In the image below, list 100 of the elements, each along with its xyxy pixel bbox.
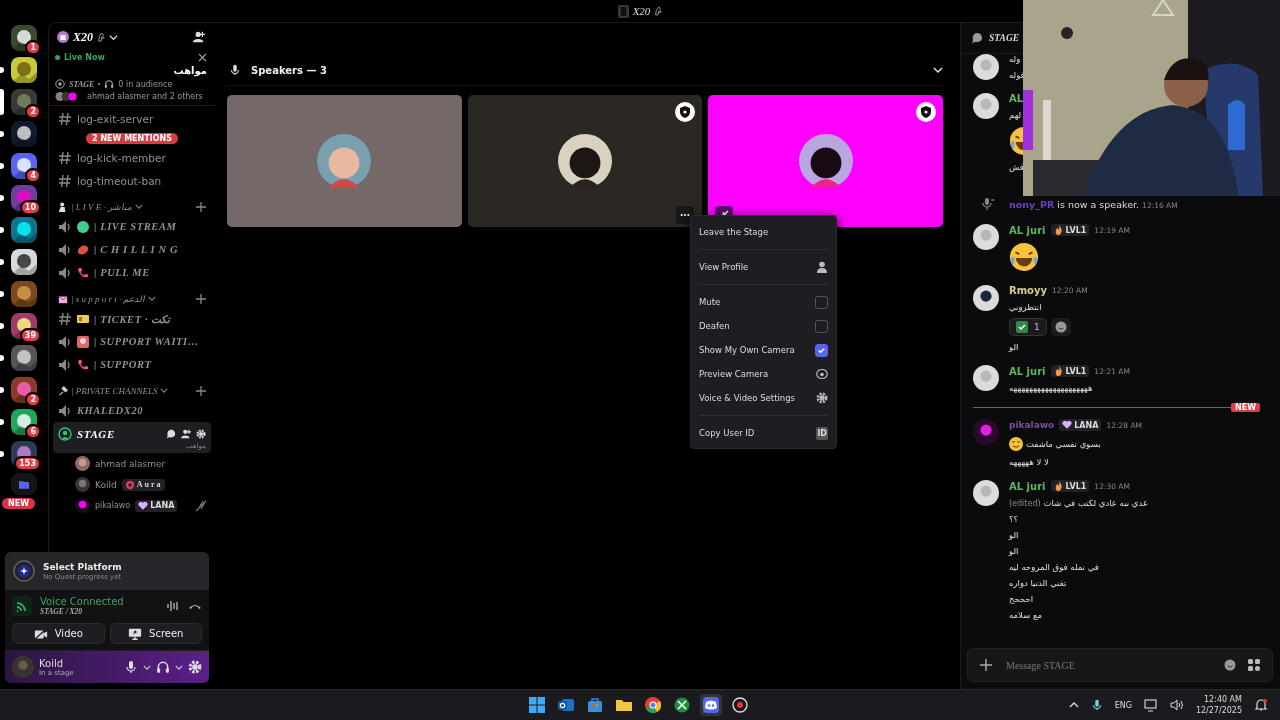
channel-item[interactable]: log-timeout-ban: [53, 169, 211, 192]
ticket-icon: [77, 312, 89, 325]
chevron-down-icon[interactable]: [109, 32, 118, 42]
checkbox[interactable]: [815, 343, 828, 357]
network-icon[interactable]: [1143, 698, 1158, 712]
message-input[interactable]: Message STAGE: [1004, 658, 1212, 672]
channel-item[interactable]: | SUPPORT: [53, 353, 211, 376]
caret-icon[interactable]: [143, 664, 151, 670]
channel-item[interactable]: log-kick-member: [53, 146, 211, 169]
member-name[interactable]: Koild: [95, 479, 117, 490]
menu-item[interactable]: Leave the Stage: [699, 220, 828, 244]
category-name[interactable]: | L I V E · مباشر: [71, 201, 132, 212]
microphone-icon[interactable]: [124, 660, 138, 674]
add-icon[interactable]: [980, 659, 992, 671]
clock[interactable]: 12:40 AM 12/27/2025: [1195, 694, 1242, 716]
member-name[interactable]: ahmad alasmer: [95, 458, 166, 469]
menu-item[interactable]: Mute: [699, 290, 828, 314]
reaction-chip[interactable]: 1: [1009, 318, 1047, 336]
channel-item[interactable]: KHALEDX20: [53, 399, 211, 422]
headphones-icon[interactable]: [156, 660, 170, 674]
menu-item[interactable]: Voice & Video Settings: [699, 386, 828, 410]
checkbox[interactable]: [815, 295, 828, 309]
settings-icon[interactable]: [196, 428, 206, 439]
message-text: لا لا هههههه: [1009, 457, 1049, 467]
microphone-icon[interactable]: [1090, 699, 1103, 711]
phone-icon: [77, 266, 89, 279]
menu-item[interactable]: Show My Own Camera: [699, 338, 828, 362]
message-text: عدي نبه عادي لكتب في شات: [1043, 498, 1148, 508]
more-options-button[interactable]: [676, 206, 695, 224]
speaker-icon: [58, 219, 72, 234]
member-name[interactable]: pikalawo: [95, 501, 131, 510]
user-tag: LVL1: [1050, 480, 1090, 492]
video-button[interactable]: Video: [12, 623, 105, 644]
channel-title: STAGE: [989, 33, 1020, 43]
author-name[interactable]: AL juri: [1009, 365, 1046, 377]
browser-icon: [645, 697, 661, 713]
message-field[interactable]: Message STAGE: [967, 648, 1273, 682]
author-name[interactable]: Rmoyy: [1009, 285, 1048, 296]
taskbar-app[interactable]: [729, 694, 751, 716]
message-text: تغني الدنيا دواره: [1009, 578, 1067, 588]
microphone-person-icon: [58, 201, 68, 212]
chat-icon[interactable]: [166, 428, 176, 439]
member-tag: LANA: [135, 499, 178, 512]
channel-item[interactable]: | SUPPORT WAITI…: [53, 330, 211, 353]
language-indicator[interactable]: ENG: [1114, 700, 1132, 710]
add-reaction-button[interactable]: [1050, 318, 1071, 336]
add-icon[interactable]: [196, 201, 206, 212]
server-folder[interactable]: [11, 473, 37, 495]
channel-item[interactable]: log-exit-server: [53, 107, 211, 130]
checkbox[interactable]: [815, 319, 828, 333]
screen-share-button[interactable]: Screen: [109, 623, 202, 644]
voice-status[interactable]: Voice Connected: [40, 596, 124, 607]
soundwave-icon[interactable]: [166, 599, 180, 613]
channel-item[interactable]: | TICKET · تكت: [53, 307, 211, 330]
channel-item[interactable]: | LIVE STREAM: [53, 215, 211, 238]
speaker-icon: [58, 334, 72, 349]
add-icon[interactable]: [196, 293, 206, 304]
taskbar-app[interactable]: [700, 694, 722, 716]
new-mentions-pill[interactable]: 2 NEW MENTIONS: [86, 132, 178, 144]
notification-bell-icon[interactable]: [1254, 698, 1268, 712]
author-name[interactable]: AL juri: [1009, 224, 1046, 236]
taskbar-app[interactable]: [642, 694, 664, 716]
channel-item[interactable]: | PULL ME: [53, 261, 211, 284]
menu-item[interactable]: Deafen: [699, 314, 828, 338]
author-name[interactable]: AL juri: [1009, 480, 1046, 492]
apps-icon[interactable]: [1248, 659, 1260, 671]
channel-item[interactable]: | C H I L L I N G: [53, 238, 211, 261]
record-icon: [732, 697, 748, 713]
emoji-icon[interactable]: [1224, 659, 1236, 671]
speaker-tile[interactable]: [467, 95, 703, 227]
author-name[interactable]: AL: [1009, 93, 1024, 104]
caret-icon[interactable]: [175, 664, 183, 670]
chevron-up-icon[interactable]: [1068, 700, 1079, 710]
invite-icon[interactable]: [193, 31, 205, 43]
speakers-heading: Speakers — 3: [251, 64, 327, 76]
chevron-down-icon[interactable]: [933, 65, 943, 75]
category-name[interactable]: | PRIVATE CHANNELS: [71, 385, 158, 396]
heart-icon: [138, 500, 149, 511]
volume-icon[interactable]: [1169, 698, 1184, 712]
message-text: قش: [1009, 162, 1024, 172]
category-name[interactable]: | s u p p o r t · الدعم: [71, 293, 146, 304]
mention-badge: 39: [19, 328, 41, 343]
menu-item[interactable]: Copy User ID ID: [699, 421, 828, 445]
menu-item[interactable]: Preview Camera: [699, 362, 828, 386]
chevron-down-icon: [134, 204, 143, 209]
user-tag: LVL1: [1050, 224, 1090, 236]
invite-icon[interactable]: [181, 428, 191, 439]
server-name[interactable]: X20: [73, 29, 93, 45]
add-icon[interactable]: [196, 385, 206, 396]
stage-topic: مواهب: [172, 65, 207, 76]
screen-share-icon: [128, 626, 143, 641]
close-icon[interactable]: [198, 53, 207, 62]
message-text: مع سلامه: [1009, 610, 1043, 620]
store-bag-icon: [587, 697, 603, 713]
taskbar-app[interactable]: [526, 694, 548, 716]
menu-item[interactable]: View Profile: [699, 255, 828, 279]
settings-icon[interactable]: [188, 660, 202, 674]
ellipsis-icon: [680, 213, 691, 217]
speaker-tile[interactable]: [708, 95, 943, 227]
speaker-tile[interactable]: [227, 95, 462, 227]
